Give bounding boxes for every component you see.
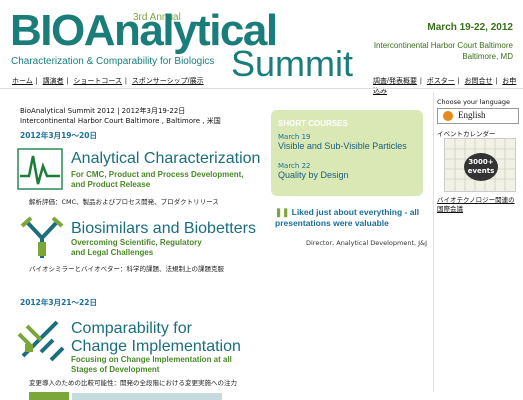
venue-line-2: Baltimore, MD bbox=[462, 52, 513, 61]
short-course-title[interactable]: Quality by Design bbox=[278, 170, 349, 180]
quote-text: Liked just about everything - all presen… bbox=[275, 207, 420, 228]
section-subtitle-comparability: Focusing on Change Implementation at all… bbox=[71, 355, 232, 375]
intro-line-2: Intercontinental Harbor Court Baltimore … bbox=[20, 117, 221, 125]
events-badge: 3000+ events bbox=[464, 153, 498, 181]
intro-block: BioAnalytical Summit 2012 | 2012年3月19-22… bbox=[20, 106, 221, 126]
nav-contact[interactable]: お問合せ bbox=[465, 78, 493, 85]
logo-summit: Summit bbox=[231, 43, 354, 84]
badge-label: events bbox=[467, 167, 495, 175]
venue-line-1: Intercontinental Harbor Court Baltimore bbox=[373, 41, 513, 50]
event-date: March 19-22, 2012 bbox=[427, 22, 513, 33]
nav-speakers[interactable]: 講演者 bbox=[43, 78, 64, 85]
short-course-title[interactable]: Visible and Sub-Visible Particles bbox=[278, 141, 407, 151]
main-nav: ホーム | 講演者 | ショートコース | スポンサーシップ/展示 bbox=[12, 76, 207, 86]
quote-mark-icon: ❚❚ bbox=[275, 207, 290, 217]
short-course-item[interactable]: March 22 Quality by Design bbox=[278, 162, 349, 180]
nav-divider bbox=[0, 88, 523, 89]
subtitle-line-2: Stages of Development bbox=[71, 365, 160, 374]
subtitle-line-1: Focusing on Change Implementation at all bbox=[71, 355, 232, 364]
nav-abstracts[interactable]: 調査/発表概要 bbox=[373, 78, 417, 85]
section-subtitle-analytical: For CMC, Product and Process Development… bbox=[71, 170, 243, 190]
logo-tagline: Characterization & Comparability for Bio… bbox=[11, 56, 215, 67]
event-venue: Intercontinental Harbor Court Baltimore … bbox=[374, 40, 513, 62]
next-section-peek bbox=[29, 392, 69, 400]
date-header-1: 2012年3月19～20日 bbox=[20, 131, 97, 140]
badge-count: 3000+ bbox=[468, 158, 494, 166]
short-course-date: March 22 bbox=[278, 162, 311, 170]
subtitle-line-1: For CMC, Product and Process Development… bbox=[71, 170, 244, 179]
comparability-icon bbox=[17, 314, 65, 362]
section-jp-comparability: 変更導入のための比較可能性：開発の全段階における変更実施への注力 bbox=[29, 379, 237, 387]
section-title-analytical[interactable]: Analytical Characterization bbox=[71, 150, 260, 168]
date-header-2: 2012年3月21～22日 bbox=[20, 298, 97, 307]
title-line-1: Comparability for bbox=[71, 320, 192, 337]
testimonial-author: Director, Analytical Development, J&J bbox=[306, 239, 428, 247]
calendar-label: イベントカレンダー bbox=[437, 130, 496, 138]
nav-separator: | bbox=[419, 78, 422, 85]
section-title-comparability[interactable]: Comparability for Change Implementation bbox=[71, 320, 241, 356]
nav-posters[interactable]: ポスター bbox=[427, 78, 455, 85]
title-line-2: Change Implementation bbox=[71, 338, 241, 355]
subtitle-line-1: Overcoming Scientific, Regulatory bbox=[71, 238, 202, 247]
antibody-icon bbox=[19, 216, 65, 260]
short-course-item[interactable]: March 19 Visible and Sub-Visible Particl… bbox=[278, 133, 407, 151]
section-title-biosimilars[interactable]: Biosimilars and Biobetters bbox=[71, 220, 256, 238]
language-value[interactable]: English bbox=[458, 110, 486, 120]
section-jp-analytical: 解析評価：CMC、製品およびプロセス開発、プロダクトリリース bbox=[29, 198, 219, 206]
nav-separator: | bbox=[457, 78, 460, 85]
section-jp-biosimilars: バイオシミラーとバイオベター：科学的課題、法規制上の課題克服 bbox=[29, 265, 224, 273]
calendar-link[interactable]: バイオテクノロジー関連の国際会議 bbox=[437, 196, 521, 214]
testimonial-quote: ❚❚ Liked just about everything - all pre… bbox=[275, 207, 425, 229]
short-courses-heading: SHORT COURSES bbox=[278, 119, 348, 128]
nav-separator: | bbox=[125, 78, 127, 85]
subtitle-line-2: and Legal Challenges bbox=[71, 248, 154, 257]
heartbeat-icon bbox=[17, 146, 63, 192]
utility-nav: 調査/発表概要 | ポスター | お問合せ | お申込み bbox=[373, 76, 523, 96]
subtitle-line-2: and Product Release bbox=[71, 180, 151, 189]
short-course-date: March 19 bbox=[278, 133, 311, 141]
nav-sponsorship[interactable]: スポンサーシップ/展示 bbox=[132, 78, 204, 85]
language-label: Choose your language bbox=[437, 98, 511, 106]
nav-short-courses[interactable]: ショートコース bbox=[73, 78, 122, 85]
nav-separator: | bbox=[495, 78, 498, 85]
nav-home[interactable]: ホーム bbox=[12, 78, 33, 85]
sidebar-divider bbox=[433, 92, 434, 392]
language-flag-icon bbox=[443, 111, 453, 121]
nav-separator: | bbox=[66, 78, 69, 85]
section-subtitle-biosimilars: Overcoming Scientific, Regulatory and Le… bbox=[71, 238, 202, 258]
next-section-title-peek bbox=[72, 393, 222, 400]
intro-line-1: BioAnalytical Summit 2012 | 2012年3月19-22… bbox=[20, 107, 186, 115]
nav-separator: | bbox=[35, 78, 38, 85]
